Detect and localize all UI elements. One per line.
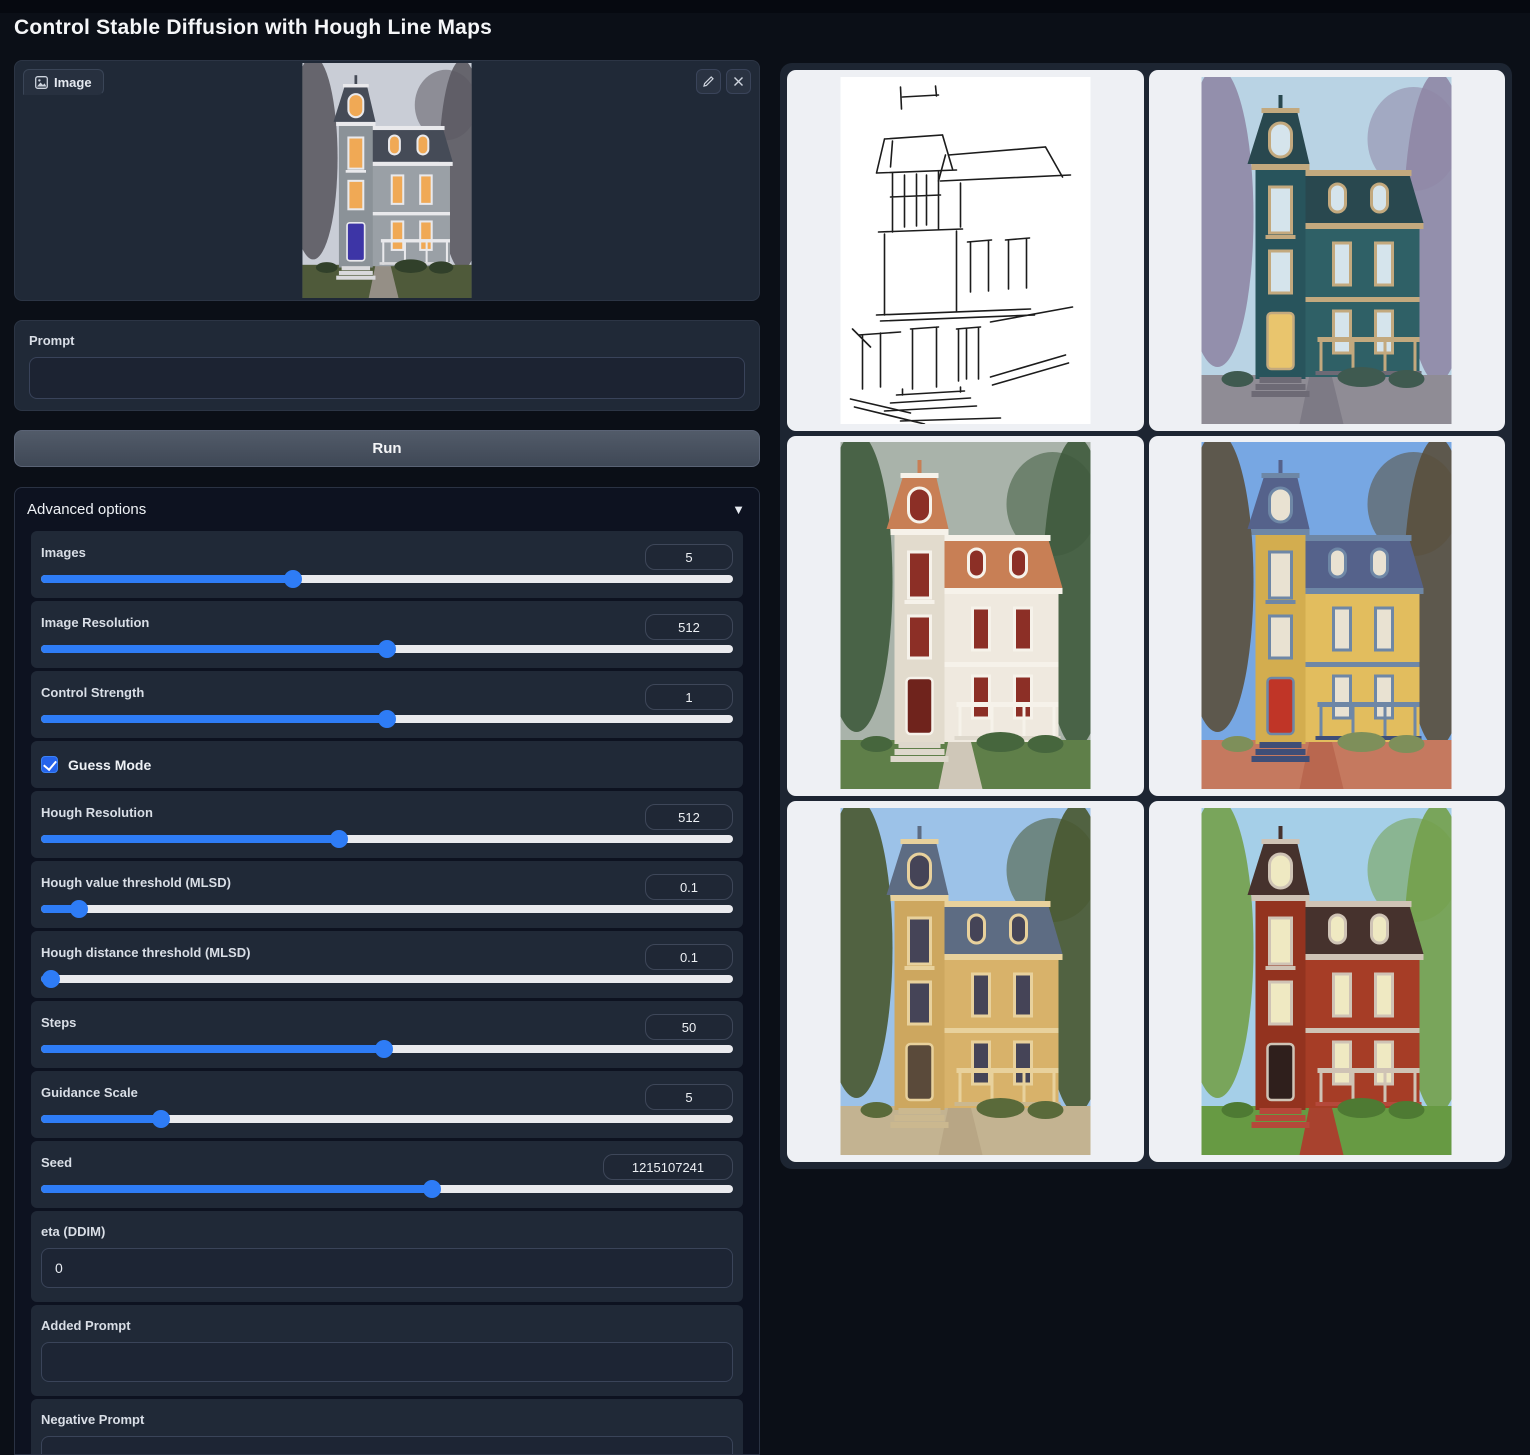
slider-label: Hough distance threshold (MLSD) [41, 945, 250, 960]
slider-thumb[interactable] [330, 830, 348, 848]
gallery-item-teal-house[interactable] [1149, 70, 1506, 431]
slider-thumb[interactable] [378, 640, 396, 658]
close-icon [733, 76, 744, 87]
hough-value-threshold-input[interactable] [645, 874, 733, 900]
page-title: Control Stable Diffusion with Hough Line… [14, 16, 492, 40]
hough-distance-threshold-slider[interactable] [41, 975, 733, 983]
slider-label: Guidance Scale [41, 1085, 138, 1100]
slider-row-hough-resolution: Hough Resolution [31, 791, 743, 858]
eta-ddim-row: eta (DDIM) [31, 1211, 743, 1302]
slider-row-hough-value-threshold: Hough value threshold (MLSD) [31, 861, 743, 928]
prompt-input[interactable] [29, 357, 745, 399]
guess-mode-checkbox[interactable] [41, 756, 58, 773]
slider-row-image-resolution: Image Resolution [31, 601, 743, 668]
slider-fill [41, 1115, 161, 1123]
slider-row-guidance-scale: Guidance Scale [31, 1071, 743, 1138]
pencil-icon [702, 75, 715, 88]
guidance-scale-value-input[interactable] [645, 1084, 733, 1110]
slider-thumb[interactable] [378, 710, 396, 728]
negative-prompt-label: Negative Prompt [41, 1412, 733, 1427]
slider-fill [41, 1045, 384, 1053]
hough-resolution-value-input[interactable] [645, 804, 733, 830]
gallery-item-brick-house[interactable] [1149, 801, 1506, 1162]
prompt-label: Prompt [29, 333, 745, 348]
edit-image-button[interactable] [696, 69, 721, 94]
steps-value-input[interactable] [645, 1014, 733, 1040]
slider-fill [41, 575, 293, 583]
generated-image-golden-house [838, 808, 1093, 1155]
input-image-panel: Image [14, 60, 760, 301]
guidance-scale-slider[interactable] [41, 1115, 733, 1123]
generated-image-yellow-house [1199, 442, 1454, 789]
hough-value-threshold-slider[interactable] [41, 905, 733, 913]
advanced-options-panel: Advanced options ▼ Images Image Resoluti… [14, 487, 760, 1455]
run-button[interactable]: Run [14, 430, 760, 467]
negative-prompt-input[interactable] [41, 1436, 733, 1455]
seed-value-input[interactable] [603, 1154, 733, 1180]
added-prompt-row: Added Prompt [31, 1305, 743, 1396]
input-image-tab-label: Image [54, 75, 92, 90]
slider-row-steps: Steps [31, 1001, 743, 1068]
added-prompt-input[interactable] [41, 1342, 733, 1382]
input-image-tab[interactable]: Image [23, 69, 104, 95]
hough-line-map-image [838, 77, 1093, 424]
seed-slider[interactable] [41, 1185, 733, 1193]
gallery-item-golden-house[interactable] [787, 801, 1144, 1162]
images-slider[interactable] [41, 575, 733, 583]
control-strength-value-input[interactable] [645, 684, 733, 710]
slider-row-hough-distance-threshold: Hough distance threshold (MLSD) [31, 931, 743, 998]
images-value-input[interactable] [645, 544, 733, 570]
gallery-item-hough-line-map[interactable] [787, 70, 1144, 431]
image-icon [35, 76, 48, 89]
slider-label: Steps [41, 1015, 76, 1030]
slider-fill [41, 835, 339, 843]
image-resolution-slider[interactable] [41, 645, 733, 653]
slider-label: Hough Resolution [41, 805, 153, 820]
hough-resolution-slider[interactable] [41, 835, 733, 843]
guess-mode-label: Guess Mode [68, 757, 151, 773]
slider-thumb[interactable] [423, 1180, 441, 1198]
slider-label: Control Strength [41, 685, 144, 700]
slider-fill [41, 645, 387, 653]
eta-ddim-label: eta (DDIM) [41, 1224, 733, 1239]
advanced-options-accordion[interactable]: Advanced options ▼ [15, 488, 759, 531]
slider-thumb[interactable] [375, 1040, 393, 1058]
added-prompt-label: Added Prompt [41, 1318, 733, 1333]
slider-label: Image Resolution [41, 615, 149, 630]
slider-fill [41, 1185, 432, 1193]
gallery-item-yellow-house[interactable] [1149, 436, 1506, 797]
generated-image-teal-house [1199, 77, 1454, 424]
slider-thumb[interactable] [284, 570, 302, 588]
negative-prompt-row: Negative Prompt [31, 1399, 743, 1455]
image-resolution-value-input[interactable] [645, 614, 733, 640]
slider-row-control-strength: Control Strength [31, 671, 743, 738]
input-image-photo[interactable] [295, 63, 479, 298]
gallery-item-white-house[interactable] [787, 436, 1144, 797]
hough-distance-threshold-input[interactable] [645, 944, 733, 970]
slider-thumb[interactable] [70, 900, 88, 918]
slider-thumb[interactable] [152, 1110, 170, 1128]
slider-fill [41, 715, 387, 723]
slider-thumb[interactable] [42, 970, 60, 988]
slider-label: Seed [41, 1155, 72, 1170]
chevron-down-icon: ▼ [732, 502, 745, 517]
eta-ddim-input[interactable] [41, 1248, 733, 1288]
advanced-options-title: Advanced options [27, 501, 146, 518]
generated-image-white-house [838, 442, 1093, 789]
top-strip [0, 0, 1530, 13]
slider-label: Images [41, 545, 86, 560]
clear-image-button[interactable] [726, 69, 751, 94]
prompt-panel: Prompt [14, 320, 760, 411]
slider-row-images: Images [31, 531, 743, 598]
control-strength-slider[interactable] [41, 715, 733, 723]
generated-image-brick-house [1199, 808, 1454, 1155]
guess-mode-row: Guess Mode [31, 741, 743, 788]
slider-row-seed: Seed [31, 1141, 743, 1208]
slider-label: Hough value threshold (MLSD) [41, 875, 231, 890]
result-gallery [780, 63, 1512, 1169]
steps-slider[interactable] [41, 1045, 733, 1053]
